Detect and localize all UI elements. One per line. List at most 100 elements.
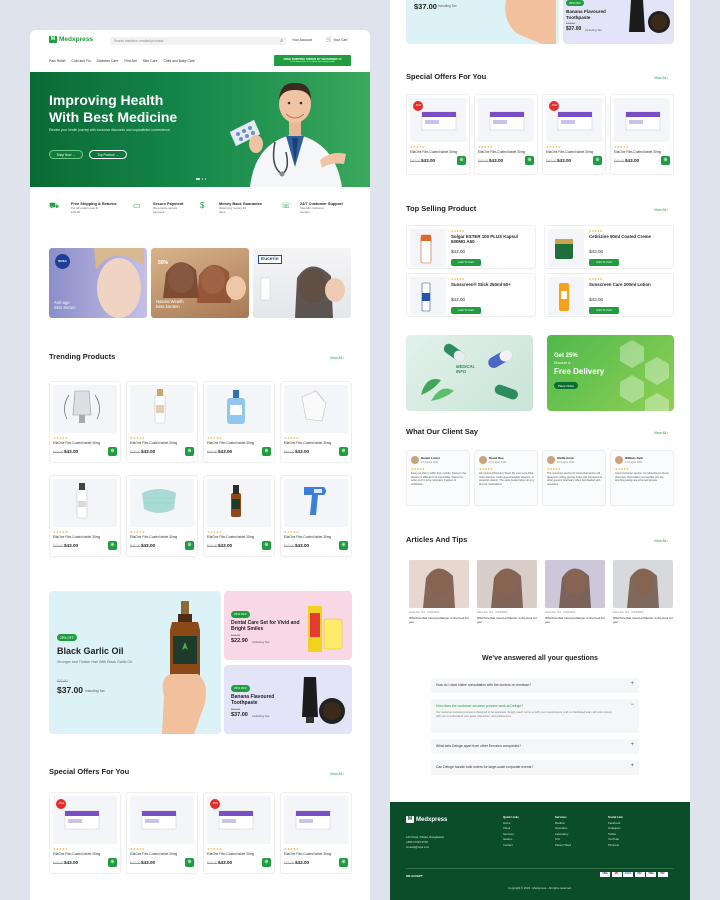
account-link[interactable]: Your Account: [292, 38, 312, 42]
hero-dot-1[interactable]: [196, 178, 200, 180]
product-name[interactable]: EllaOne Film-Coated tablet 30mg: [207, 441, 254, 445]
product-image[interactable]: [207, 385, 271, 433]
product-card[interactable]: -15% ★★★★★ EllaOne Film-Coated tablet 30mg…: [49, 792, 121, 874]
product-image[interactable]: [284, 385, 348, 433]
article-title[interactable]: Which herbal mood enhancer is the best f…: [477, 616, 537, 624]
product-image[interactable]: [548, 229, 584, 267]
add-to-cart-button[interactable]: ⊕: [339, 858, 348, 867]
product-card[interactable]: ★★★★★ EllaOne Film-Coated tablet 30mg $43.…: [49, 381, 121, 463]
product-image[interactable]: [130, 796, 194, 844]
faq-item[interactable]: How do I start online consultation with …: [431, 678, 639, 693]
add-to-cart-button[interactable]: ⊕: [661, 156, 670, 165]
product-name[interactable]: Cetirizine 50ml Coated Creme: [589, 234, 671, 239]
add-to-cart-button[interactable]: ⊕: [262, 447, 271, 456]
product-image[interactable]: [548, 277, 584, 315]
free-delivery-banner[interactable]: Get 25% Discount & Free Delivery Place O…: [547, 335, 674, 411]
footer-logo[interactable]: M Medxpress: [406, 816, 447, 823]
product-image[interactable]: [284, 796, 348, 844]
footer-link[interactable]: Pinterest: [608, 843, 623, 849]
product-card[interactable]: ★★★★★ EllaOne Film-Coated tablet 30mg $43.…: [280, 475, 352, 557]
logo[interactable]: M Medxpress: [49, 36, 93, 43]
promo-continuation-left[interactable]: $37.00 Including Tax: [406, 0, 559, 44]
footer-email[interactable]: contact@mpk.com: [406, 845, 444, 850]
nav-pain-relief[interactable]: Pain Relief: [49, 59, 65, 63]
dental-care-promo[interactable]: 25% OFF Dental Care Set for Vivid and Br…: [224, 591, 352, 660]
top-selling-card[interactable]: ★★★★★ Sunscreen® Stick 250ml 50+ $43.00 Add…: [406, 273, 536, 317]
product-image[interactable]: [410, 229, 446, 267]
cart-link[interactable]: 🛒 Your Cart: [326, 37, 347, 43]
faq-item[interactable]: How does the customer success process wo…: [431, 699, 639, 733]
product-name[interactable]: EllaOne Film-Coated tablet 30mg: [284, 535, 331, 539]
nav-baby-care[interactable]: Child and Baby Care: [163, 59, 194, 63]
hero-dots[interactable]: [196, 178, 207, 180]
faq-item[interactable]: Can Deluge handle bulk orders for large-…: [431, 760, 639, 775]
plus-icon[interactable]: +: [630, 742, 634, 748]
article-card[interactable]: December Tips - 12/02/2024 Which herbal m…: [545, 560, 605, 630]
product-card[interactable]: -15% ★★★★★ EllaOne Film-Coated tablet 30mg…: [542, 94, 606, 175]
plus-icon[interactable]: +: [630, 681, 634, 687]
product-card[interactable]: -15% ★★★★★ EllaOne Film-Coated tablet 30mg…: [203, 792, 275, 874]
footer-link[interactable]: Patient Ward: [555, 843, 571, 849]
product-name[interactable]: EllaOne Film-Coated tablet 30mg: [410, 150, 457, 154]
top-selling-card[interactable]: ★★★★★ Solgar ESTER 100 PLUS Kapsul 500MG …: [406, 225, 536, 269]
search-input[interactable]: Search medicine, medical products: [114, 39, 164, 43]
garlic-oil-promo[interactable]: 25% OFF Black Garlic Oil Stronger and Th…: [49, 591, 221, 734]
place-order-button[interactable]: Place Order: [554, 382, 579, 389]
product-card[interactable]: ★★★★★ EllaOne Film-Coated tablet 30mg $43.…: [49, 475, 121, 557]
add-to-cart-button[interactable]: ⊕: [262, 858, 271, 867]
add-to-cart-button[interactable]: ⊕: [339, 447, 348, 456]
banana-toothpaste-promo[interactable]: 25% OFF Banana Flavoured Toothpaste $37.…: [224, 665, 352, 734]
add-to-cart-button[interactable]: ⊕: [185, 447, 194, 456]
add-to-cart-button[interactable]: Add To Cart: [589, 307, 619, 314]
clients-view-all[interactable]: View All ›: [654, 431, 668, 435]
product-image[interactable]: [284, 479, 348, 527]
product-image[interactable]: [53, 479, 117, 527]
add-to-cart-button[interactable]: Add To Cart: [451, 259, 481, 266]
medical-info-banner[interactable]: MEDICAL INFO: [406, 335, 533, 411]
product-image[interactable]: [53, 385, 117, 433]
add-to-cart-button[interactable]: ⊕: [525, 156, 534, 165]
trending-view-all[interactable]: View All ›: [330, 356, 344, 360]
article-card[interactable]: December Tips - 12/02/2024 Which herbal m…: [613, 560, 673, 630]
eucerin-banner[interactable]: Eucerin: [253, 248, 351, 318]
product-name[interactable]: Sunscreen® Stick 250ml 50+: [451, 282, 533, 287]
faq-question[interactable]: How does the customer success process wo…: [436, 704, 616, 708]
hero-dot-3[interactable]: [204, 178, 207, 180]
top-selling-card[interactable]: ★★★★★ Cetirizine 50ml Coated Creme $43.00 A…: [544, 225, 674, 269]
special-offers-view-all[interactable]: View All ›: [330, 772, 344, 776]
product-card[interactable]: ★★★★★ EllaOne Film-Coated tablet 30mg $43.…: [126, 475, 198, 557]
product-card[interactable]: ★★★★★ EllaOne Film-Coated tablet 30mg $43.…: [610, 94, 674, 175]
top-selling-card[interactable]: ★★★★★ Sunscreen Care 200ml Lotion $43.00 Ad…: [544, 273, 674, 317]
product-name[interactable]: EllaOne Film-Coated tablet 30mg: [478, 150, 525, 154]
add-to-cart-button[interactable]: ⊕: [185, 858, 194, 867]
product-image[interactable]: [207, 479, 271, 527]
faq-question[interactable]: Can Deluge handle bulk orders for large-…: [436, 765, 616, 769]
product-card[interactable]: ★★★★★ EllaOne Film-Coated tablet 30mg $43.…: [203, 381, 275, 463]
product-image[interactable]: [410, 277, 446, 315]
product-name[interactable]: EllaOne Film-Coated tablet 30mg: [284, 852, 331, 856]
faq-question[interactable]: How do I start online consultation with …: [436, 683, 616, 687]
product-name[interactable]: EllaOne Film-Coated tablet 30mg: [130, 441, 177, 445]
article-card[interactable]: December Tips - 12/02/2024 Which herbal m…: [477, 560, 537, 630]
product-name[interactable]: EllaOne Film-Coated tablet 30mg: [207, 852, 254, 856]
product-name[interactable]: EllaOne Film-Coated tablet 30mg: [53, 441, 100, 445]
plus-icon[interactable]: +: [630, 763, 634, 769]
wealth-banner[interactable]: 50% Natural Wealth Beta karoten: [151, 248, 249, 318]
product-name[interactable]: EllaOne Film-Coated tablet 30mg: [546, 150, 593, 154]
nivea-banner[interactable]: NIVEA Anti-age Skin Serum: [49, 248, 147, 318]
nav-cold-flu[interactable]: Cold and Flu: [71, 59, 90, 63]
product-card[interactable]: ★★★★★ EllaOne Film-Coated tablet 30mg $43.…: [280, 381, 352, 463]
faq-item[interactable]: What sets Deluge apart from other Servic…: [431, 739, 639, 754]
product-card[interactable]: ★★★★★ EllaOne Film-Coated tablet 30mg $43.…: [280, 792, 352, 874]
product-name[interactable]: EllaOne Film-Coated tablet 30mg: [53, 852, 100, 856]
top-selling-view-all[interactable]: View All ›: [654, 208, 668, 212]
product-name[interactable]: EllaOne Film-Coated tablet 30mg: [614, 150, 661, 154]
banana-promo-continuation[interactable]: 25% OFF Banana Flavoured Toothpaste $37.…: [563, 0, 674, 44]
add-to-cart-button[interactable]: Add To Cart: [589, 259, 619, 266]
product-name[interactable]: EllaOne Film-Coated tablet 30mg: [130, 852, 177, 856]
product-card[interactable]: ★★★★★ EllaOne Film-Coated tablet 30mg $43.…: [203, 475, 275, 557]
add-to-cart-button[interactable]: ⊕: [339, 541, 348, 550]
product-image[interactable]: [614, 98, 670, 142]
nav-skin-care[interactable]: Skin Care: [143, 59, 158, 63]
add-to-cart-button[interactable]: ⊕: [108, 858, 117, 867]
